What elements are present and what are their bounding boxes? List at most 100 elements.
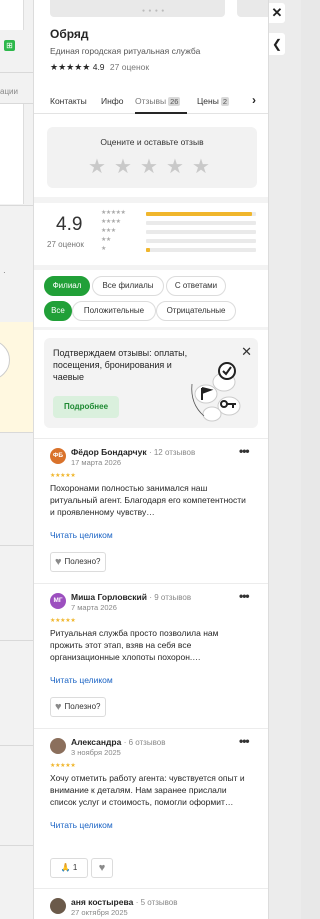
histogram-fill <box>146 248 151 252</box>
section-divider <box>34 327 268 330</box>
filter-chip-positive[interactable]: Положительные <box>72 301 156 321</box>
helpful-button[interactable]: ♥ Полезно? <box>50 697 107 717</box>
like-button[interactable]: ♥ <box>91 858 113 878</box>
review-card: МГ Миша Горловский · 9 отзывов 7 марта 2… <box>34 589 268 725</box>
rating-stars: ★★★★★ <box>50 62 91 72</box>
star-icon[interactable]: ★ <box>166 154 184 179</box>
review-card: аня костырева · 5 отзывов 27 октября 202… <box>34 897 268 919</box>
review-author[interactable]: аня костырева · 5 отзывов <box>71 897 177 907</box>
rating-summary: ★★★★★ 4.9 27 оценок <box>50 62 149 73</box>
bullet: · <box>3 268 6 277</box>
review-separator <box>34 728 268 729</box>
more-options-icon[interactable]: ••• <box>239 589 250 603</box>
avatar[interactable]: ФБ <box>50 448 66 464</box>
organization-panel: ● ● ● ● Обряд Единая городская ритуальна… <box>33 0 269 919</box>
review-author-count: · 5 отзывов <box>135 898 178 907</box>
filter-chip-all-branches[interactable]: Все филиалы <box>92 276 164 296</box>
review-date: 3 ноября 2025 <box>71 748 121 757</box>
rating-count: 27 оценок <box>109 62 150 72</box>
histogram-bar <box>146 239 256 243</box>
divider <box>0 845 33 846</box>
review-author[interactable]: Миша Горловский · 9 отзывов <box>71 592 191 602</box>
photo-thumbnail[interactable] <box>237 0 268 17</box>
section-divider <box>34 438 268 439</box>
star-icon[interactable]: ★ <box>140 154 158 179</box>
tab-contacts[interactable]: Контакты <box>50 96 87 106</box>
collapse-panel-button[interactable]: ❮ <box>269 33 285 55</box>
review-text: Ритуальная служба просто позволила нам п… <box>50 628 219 662</box>
praying-hands-icon: 🙏 <box>60 863 71 872</box>
chevron-right-icon[interactable]: › <box>252 93 256 107</box>
read-more-link[interactable]: Читать целиком <box>50 675 113 685</box>
review-date: 7 марта 2026 <box>71 603 117 612</box>
close-panel-button[interactable]: ✕ <box>269 3 285 23</box>
histogram-stars: ★★ <box>101 237 111 243</box>
organization-subtitle: Единая городская ритуальная служба <box>50 46 201 56</box>
review-stars: ★★★★★ <box>50 618 76 624</box>
histogram-fill <box>146 212 252 216</box>
star-icon[interactable]: ★ <box>192 154 210 179</box>
tab-reviews[interactable]: Отзывы 26 <box>135 96 181 106</box>
background-card <box>0 0 24 30</box>
histogram-bar <box>146 248 256 252</box>
avatar[interactable] <box>50 898 66 914</box>
partial-label: ации <box>0 87 18 96</box>
histogram-stars: ★★★★★ <box>101 210 126 216</box>
score-count: 27 оценок <box>47 240 84 249</box>
photo-thumbnail[interactable] <box>50 0 225 17</box>
helpful-button[interactable]: ♥ Полезно? <box>50 552 107 572</box>
review-separator <box>34 583 268 584</box>
read-more-link[interactable]: Читать целиком <box>50 530 113 540</box>
review-stars: ★★★★★ <box>50 473 76 479</box>
verified-reviews-promo: Подтверждаем отзывы: оплаты, посещения, … <box>44 338 258 428</box>
rate-and-review-box: Оцените и оставьте отзыв ★ ★ ★ ★ ★ <box>47 127 257 188</box>
filter-chip-all[interactable]: Все <box>44 301 72 321</box>
review-card: ФБ Фёдор Бондарчук · 12 отзывов 17 марта… <box>34 444 268 580</box>
average-score: 4.9 <box>56 214 83 235</box>
rate-prompt: Оцените и оставьте отзыв <box>100 137 204 147</box>
tab-info[interactable]: Инфо <box>101 96 124 106</box>
histogram-bar <box>146 230 256 234</box>
review-card: Александра · 6 отзывов 3 ноября 2025 •••… <box>34 734 268 878</box>
divider <box>0 545 33 546</box>
divider <box>0 72 33 73</box>
avatar[interactable] <box>50 738 66 754</box>
review-author[interactable]: Фёдор Бондарчук · 12 отзывов <box>71 447 195 457</box>
filter-chip-with-replies[interactable]: С ответами <box>166 276 226 296</box>
photo-gallery[interactable]: ● ● ● ● <box>34 0 268 18</box>
verified-badges-illustration <box>191 362 241 422</box>
reaction-button[interactable]: 🙏 1 <box>50 858 88 878</box>
read-more-link[interactable]: Читать целиком <box>50 820 113 830</box>
review-author[interactable]: Александра · 6 отзывов <box>71 737 165 747</box>
review-text: Похоронами полностью занимался наш ритуа… <box>50 483 246 517</box>
more-options-icon[interactable]: ••• <box>239 444 250 458</box>
filter-chip-negative[interactable]: Отрицательные <box>156 301 236 321</box>
review-stars: ★★★★★ <box>50 763 76 769</box>
review-author-count: · 12 отзывов <box>148 448 196 457</box>
tab-prices[interactable]: Цены 2 <box>197 96 229 106</box>
review-date: 27 октября 2025 <box>71 908 128 917</box>
reaction-count: 1 <box>72 863 78 872</box>
background-card <box>0 104 24 204</box>
avatar[interactable]: МГ <box>50 593 66 609</box>
tab-bar: Контакты Инфо Отзывы 26 Цены 2 › <box>34 88 268 114</box>
histogram-stars: ★★★ <box>101 228 116 234</box>
divider <box>0 640 33 641</box>
right-gutter <box>269 0 301 919</box>
heart-icon: ♥ <box>55 701 62 713</box>
histogram-bar <box>146 221 256 225</box>
promo-more-button[interactable]: Подробнее <box>53 396 119 418</box>
histogram-stars: ★ <box>101 246 106 252</box>
filter-chip-branch[interactable]: Филиал <box>44 276 90 296</box>
more-options-icon[interactable]: ••• <box>239 734 250 748</box>
cart-icon[interactable]: ⊞ <box>4 40 15 51</box>
divider <box>0 745 33 746</box>
heart-icon: ♥ <box>98 862 106 874</box>
organization-title: Обряд <box>50 27 89 41</box>
active-tab-indicator <box>135 112 187 114</box>
star-icon[interactable]: ★ <box>88 154 106 179</box>
star-icon[interactable]: ★ <box>114 154 132 179</box>
rating-value: 4.9 <box>92 62 105 72</box>
review-separator <box>34 888 268 889</box>
promo-text: Подтверждаем отзывы: оплаты, посещения, … <box>53 348 188 382</box>
